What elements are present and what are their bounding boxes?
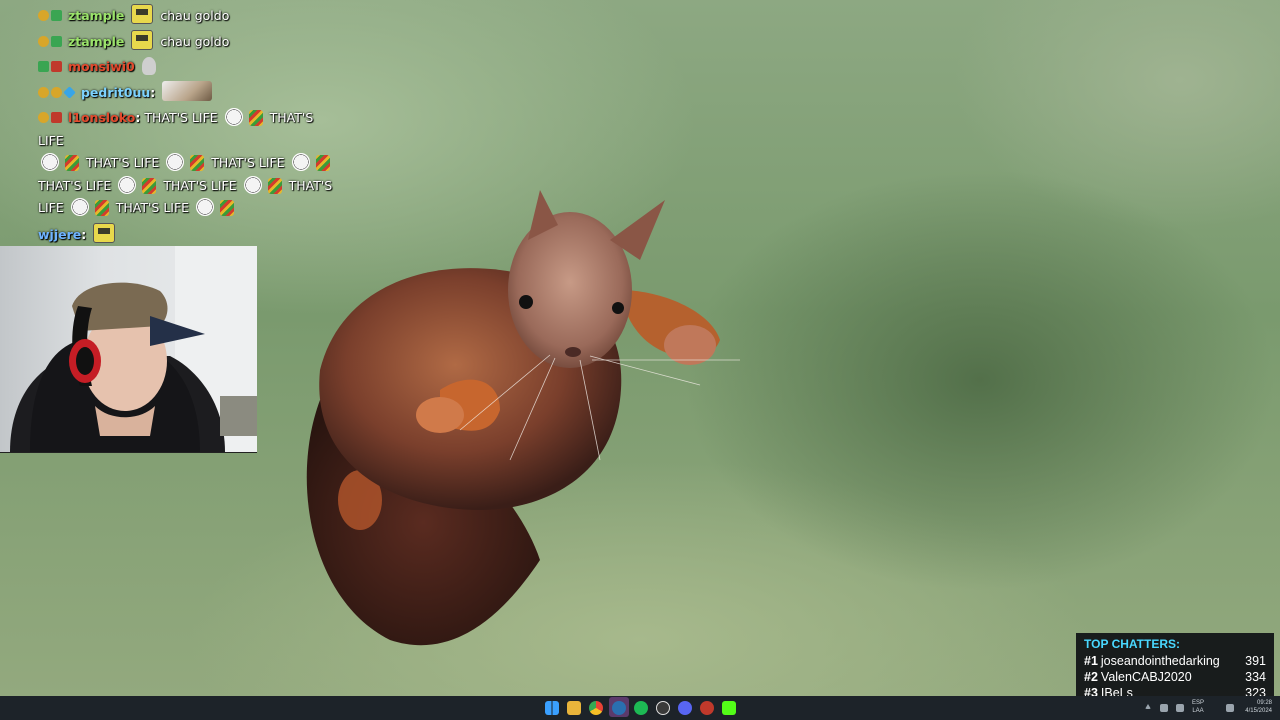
trollface-emote-icon [166,153,185,171]
badge-icon [38,87,49,98]
windows-start-icon[interactable] [545,701,559,715]
chrome-icon[interactable] [589,701,603,715]
emote-icon [93,222,116,243]
badge-icon [51,87,62,98]
badge-icon [51,10,62,21]
file-explorer-icon[interactable] [567,701,581,715]
chat-overlay: ztample chau goldo ztample chau goldo mo… [38,4,338,275]
emote-icon [131,30,154,50]
badge-icon [38,36,49,47]
chat-text: THAT'S LIFE [85,155,160,170]
emote-icon [65,155,79,171]
badge-icon [51,36,62,47]
emote-icon [220,200,235,216]
network-icon[interactable] [1160,704,1168,712]
badge-icon [38,61,49,72]
clock[interactable]: 09:28 4/15/2024 [1240,699,1272,715]
webcam-feed [0,246,257,453]
kick-icon[interactable] [722,701,736,715]
keyboard-layout: LAA [1192,708,1204,714]
clock-time: 09:28 [1256,700,1272,706]
chatter-count: 391 [1245,654,1266,668]
emote-icon [190,155,205,171]
spotify-icon[interactable] [634,701,648,715]
top-chatters-title: TOP CHATTERS: [1084,637,1181,651]
badge-icon [51,61,62,72]
chat-text: THAT'S LIFE [211,155,285,170]
chat-message: wjjere: [38,222,338,246]
language-code: ESP [1192,700,1205,706]
chat-username: pedrit0uu [80,85,151,100]
chat-text: THAT'S LIFE [163,177,237,193]
chatter-name: joseandointhedarking [1100,654,1220,668]
chatter-rank: #2 [1084,670,1098,684]
diamond-badge-icon [63,86,76,99]
squirrel-image [306,190,740,646]
volume-icon[interactable] [1176,704,1184,712]
trollface-emote-icon [118,175,137,194]
top-chatter-row: #2 ValenCABJ2020 334 [1084,669,1266,685]
chatter-rank: #1 [1084,654,1098,668]
chat-text: THAT'S LIFE [144,110,218,125]
language-indicator[interactable]: ESP LAA [1192,699,1204,715]
chat-text: chau goldo [160,34,230,49]
chat-message: ztample chau goldo [38,30,338,53]
windows-taskbar: ESP LAA 09:28 4/15/2024 [0,696,1280,720]
clock-date: 4/15/2024 [1245,708,1272,714]
chat-message: ztample chau goldo [38,4,338,27]
chat-text: chau goldo [160,8,230,23]
chat-text: THAT'S [288,177,333,193]
streamer-figure [10,246,257,452]
chevron-up-icon[interactable] [1145,704,1151,709]
chat-username: ztample [67,34,125,49]
chat-username: ztample [67,8,125,23]
emote-icon [267,177,282,194]
trollface-emote-icon [70,198,89,216]
dog-emote-icon [162,81,213,101]
steam-icon [612,701,626,715]
speaker-icon[interactable] [1226,704,1234,712]
trollface-emote-icon [224,108,243,126]
trollface-emote-icon [243,175,262,194]
trollface-emote-icon [196,198,215,216]
discord-icon[interactable] [678,701,692,715]
chat-text: THAT'S LIFE [38,177,112,193]
emote-icon [131,4,154,24]
chat-message: l1onsloko: THAT'S LIFE THAT'S LIFE THAT'… [38,108,333,216]
skull-emote-icon [141,57,156,75]
davinci-icon[interactable] [700,701,714,715]
chat-username: monsiwi0 [67,59,135,74]
top-chatter-row: #1 joseandointhedarking 391 [1084,653,1266,669]
chatter-name: ValenCABJ2020 [1100,670,1192,684]
emote-icon [94,200,109,216]
emote-icon [315,155,330,171]
badge-icon [51,112,62,123]
chat-text: LIFE [38,200,64,215]
trollface-emote-icon [291,153,310,171]
chatter-count: 334 [1245,670,1266,684]
emote-icon [248,110,263,126]
badge-icon [38,10,49,21]
emote-icon [142,177,157,194]
chat-username: wjjere [38,226,82,242]
chat-message: pedrit0uu: [38,81,338,104]
chat-message: monsiwi0 [38,56,338,78]
trollface-emote-icon [41,153,59,171]
badge-icon [38,112,49,123]
chat-username: l1onsloko [67,110,136,125]
obs-icon[interactable] [656,701,670,715]
chat-text: THAT'S LIFE [115,200,190,215]
